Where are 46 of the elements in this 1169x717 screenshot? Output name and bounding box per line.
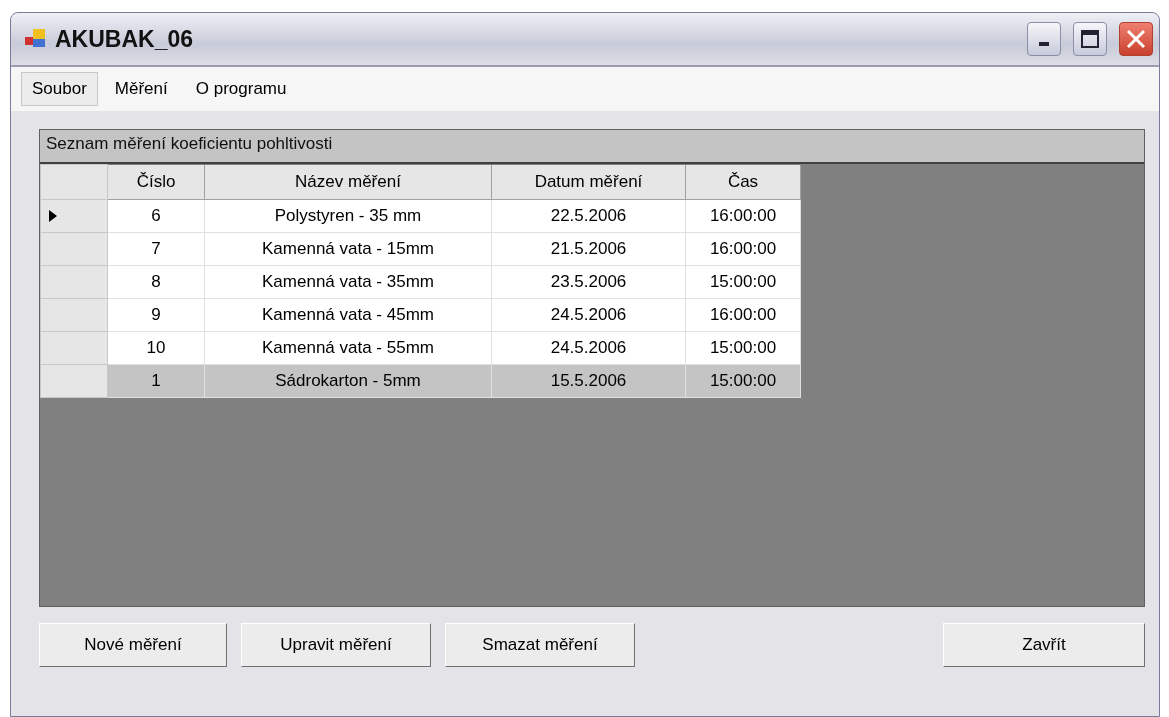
maximize-icon <box>1080 29 1100 49</box>
table-cell: 16:00:00 <box>685 232 801 266</box>
table-cell: 24.5.2006 <box>491 331 686 365</box>
menu-item[interactable]: Soubor <box>21 72 98 106</box>
table-cell: Polystyren - 35 mm <box>204 199 492 233</box>
table-cell: Kamenná vata - 45mm <box>204 298 492 332</box>
table-cell: Kamenná vata - 35mm <box>204 265 492 299</box>
app-icon <box>25 29 47 49</box>
column-header[interactable]: Číslo <box>107 164 205 200</box>
table-cell: 7 <box>107 232 205 266</box>
table-cell: Kamenná vata - 15mm <box>204 232 492 266</box>
minimize-icon <box>1039 42 1049 46</box>
table-cell: 22.5.2006 <box>491 199 686 233</box>
action-button[interactable]: Smazat měření <box>445 623 635 667</box>
close-icon <box>1125 28 1147 50</box>
table-cell: 10 <box>107 331 205 365</box>
table-cell: 15:00:00 <box>685 364 801 398</box>
close-button[interactable] <box>1119 22 1153 56</box>
table-cell: 16:00:00 <box>685 298 801 332</box>
column-header[interactable]: Datum měření <box>491 164 686 200</box>
menu-item[interactable]: Měření <box>103 72 179 106</box>
grid-caption: Seznam měření koeficientu pohltivosti <box>40 130 1144 164</box>
table-cell: 8 <box>107 265 205 299</box>
table-cell: 1 <box>107 364 205 398</box>
window-title: AKUBAK_06 <box>55 25 195 53</box>
table-cell: 6 <box>107 199 205 233</box>
row-header[interactable] <box>40 199 108 233</box>
table-cell: 15:00:00 <box>685 265 801 299</box>
minimize-button[interactable] <box>1027 22 1061 56</box>
table-cell: 9 <box>107 298 205 332</box>
table-cell: Sádrokarton - 5mm <box>204 364 492 398</box>
column-header[interactable]: Čas <box>685 164 801 200</box>
table-cell: Kamenná vata - 55mm <box>204 331 492 365</box>
action-button[interactable]: Upravit měření <box>241 623 431 667</box>
action-button[interactable]: Nové měření <box>39 623 227 667</box>
table-cell: 24.5.2006 <box>491 298 686 332</box>
table-cell: 16:00:00 <box>685 199 801 233</box>
menu-item[interactable]: O programu <box>184 72 298 106</box>
maximize-button[interactable] <box>1073 22 1107 56</box>
column-header[interactable]: Název měření <box>204 164 492 200</box>
table-cell: 21.5.2006 <box>491 232 686 266</box>
table-cell: 15:00:00 <box>685 331 801 365</box>
table-cell: 23.5.2006 <box>491 265 686 299</box>
table-cell: 15.5.2006 <box>491 364 686 398</box>
close-window-button[interactable]: Zavřít <box>943 623 1145 667</box>
row-header-corner <box>40 164 108 200</box>
